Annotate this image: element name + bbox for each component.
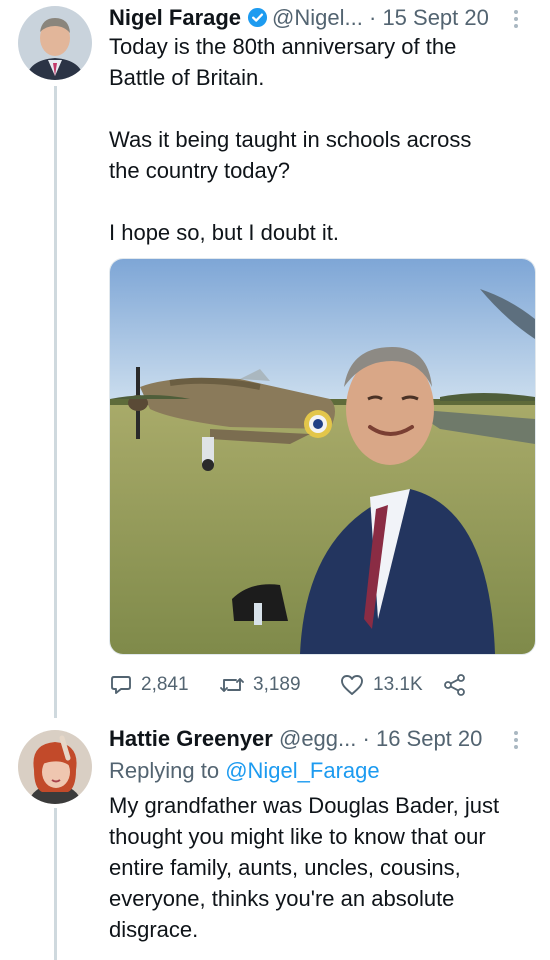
tweet-text: My grandfather was Douglas Bader, just t… xyxy=(109,793,500,942)
replying-to-prefix: Replying to xyxy=(109,758,226,783)
retweet-arrows-icon xyxy=(220,678,244,692)
share-action[interactable] xyxy=(442,673,476,697)
reply-count: 2,841 xyxy=(141,674,189,695)
vertical-dots-icon[interactable] xyxy=(514,10,520,31)
replying-to: Replying to @Nigel_Farage xyxy=(109,757,380,785)
mention-link[interactable]: @Nigel_Farage xyxy=(225,758,379,783)
reply-action[interactable]: 2,841 xyxy=(109,673,219,697)
tweet-photo[interactable] xyxy=(109,258,536,655)
avatar[interactable] xyxy=(18,6,92,80)
author-handle[interactable]: @Nigel... xyxy=(272,5,363,30)
tweet-date[interactable]: 16 Sept 20 xyxy=(376,726,482,751)
like-action[interactable]: 13.1K xyxy=(339,673,442,697)
vertical-dots-icon[interactable] xyxy=(514,731,520,752)
separator-dot: · xyxy=(368,5,377,30)
speech-bubble-icon xyxy=(111,676,131,694)
author-handle[interactable]: @egg... xyxy=(279,726,356,751)
avatar[interactable] xyxy=(18,730,92,804)
like-count: 13.1K xyxy=(373,674,423,695)
tweet-date[interactable]: 15 Sept 20 xyxy=(382,5,488,30)
retweet-count: 3,189 xyxy=(253,674,301,695)
tweet-header: Hattie Greenyer @egg... · 16 Sept 20 xyxy=(109,725,482,753)
author-name[interactable]: Hattie Greenyer xyxy=(109,726,273,751)
author-name[interactable]: Nigel Farage xyxy=(109,5,241,30)
separator-dot: · xyxy=(362,726,370,751)
thread-connector-line xyxy=(54,808,57,960)
tweet-actions: 2,841 3,189 13.1K xyxy=(109,668,476,702)
tweet-text: Today is the 80th anniversary of the Bat… xyxy=(109,34,472,245)
share-icon xyxy=(444,674,465,696)
thread-connector-line xyxy=(54,86,57,718)
retweet-action[interactable]: 3,189 xyxy=(219,673,339,697)
heart-icon xyxy=(341,675,363,695)
